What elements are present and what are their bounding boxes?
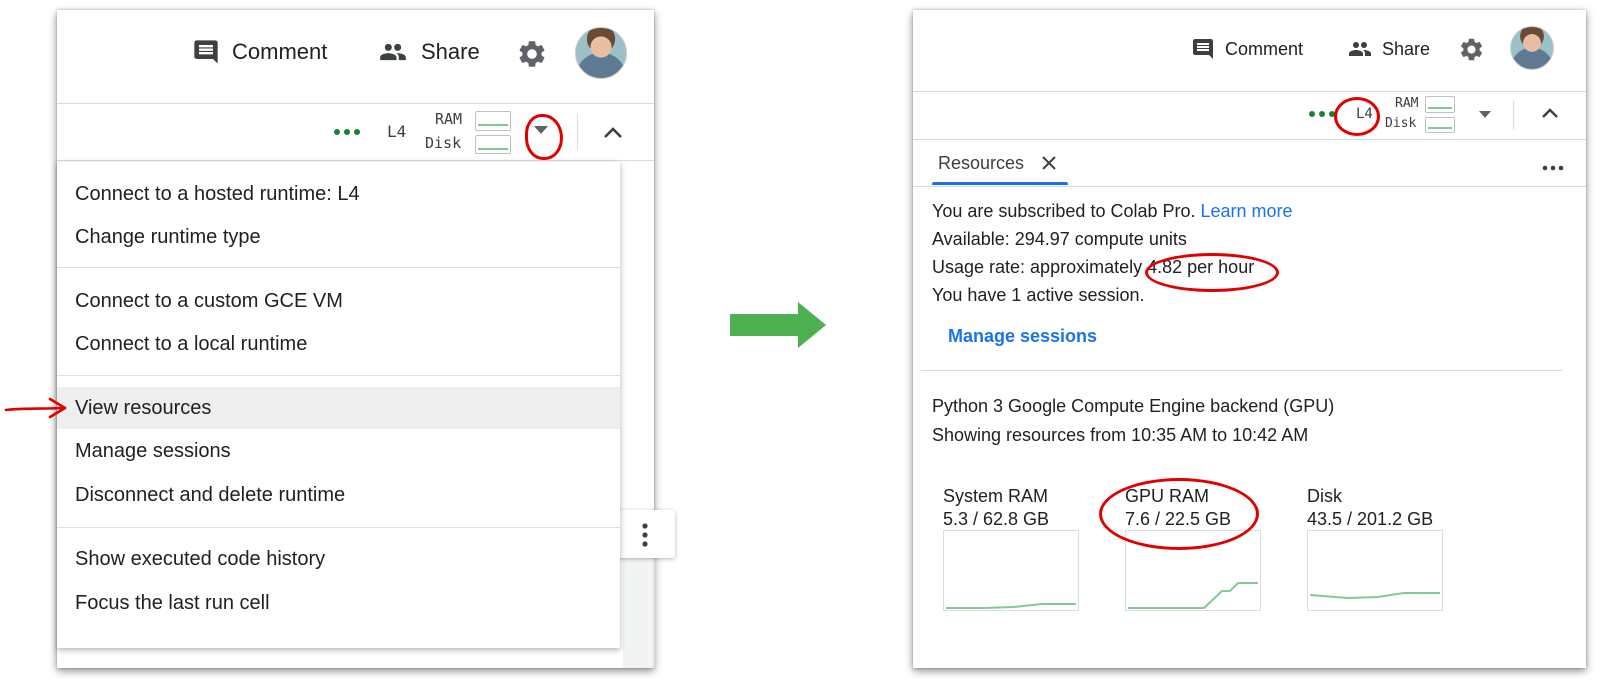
people-icon	[380, 43, 406, 61]
menu-item-manage-sessions[interactable]: Manage sessions	[57, 431, 620, 471]
time-range: Showing resources from 10:35 AM to 10:42…	[932, 425, 1309, 445]
top-toolbar: Comment Share	[913, 10, 1586, 92]
comment-icon	[194, 40, 218, 64]
subscription-text: You are subscribed to Colab Pro.	[932, 201, 1196, 221]
backend-label: Python 3 Google Compute Engine backend (…	[932, 396, 1335, 416]
tab-resources[interactable]: Resources	[938, 153, 1024, 174]
menu-item-change-runtime[interactable]: Change runtime type	[57, 217, 620, 257]
avatar[interactable]	[1510, 26, 1554, 70]
people-icon	[1349, 42, 1371, 56]
divider	[1513, 100, 1514, 130]
tab-active-indicator	[932, 182, 1068, 185]
share-button[interactable]: Share	[1346, 37, 1430, 61]
graph-gpu-ram-line	[1128, 582, 1258, 609]
share-label: Share	[421, 39, 480, 64]
gauge-disk-value: 43.5 / 201.2 GB	[1307, 509, 1434, 529]
gauge-system-ram-name: System RAM	[943, 486, 1049, 506]
ram-label: RAM	[1395, 96, 1419, 111]
resource-bar: L4 RAM Disk	[913, 92, 1586, 140]
usage-prefix: Usage rate: approximately	[932, 257, 1143, 277]
learn-more-link[interactable]: Learn more	[1201, 201, 1293, 221]
active-sessions: You have 1 active session.	[932, 285, 1145, 305]
comment-button[interactable]: Comment	[1191, 37, 1303, 61]
disk-sparkline[interactable]	[1425, 117, 1455, 133]
disk-label: Disk	[425, 134, 462, 152]
share-button[interactable]: Share	[377, 38, 480, 66]
ram-label: RAM	[435, 110, 463, 128]
chevron-up-icon[interactable]	[1539, 104, 1561, 122]
arrow-right-icon	[730, 302, 826, 348]
gauge-system-ram-value: 5.3 / 62.8 GB	[943, 509, 1050, 529]
gear-icon[interactable]	[516, 38, 548, 70]
menu-item-focus-last-cell[interactable]: Focus the last run cell	[57, 583, 620, 623]
dropdown-arrow-icon[interactable]	[531, 122, 551, 138]
annotation-arrow-icon	[4, 397, 67, 419]
comment-label: Comment	[1225, 38, 1304, 59]
comment-icon	[1193, 39, 1213, 59]
tab-resources-label: Resources	[938, 153, 1025, 173]
menu-separator	[57, 527, 620, 528]
menu-item-connect-hosted[interactable]: Connect to a hosted runtime: L4	[57, 174, 620, 214]
disk-label: Disk	[1385, 116, 1417, 131]
graph-system-ram-line	[946, 603, 1076, 609]
menu-item-disconnect[interactable]: Disconnect and delete runtime	[57, 475, 620, 515]
available-units: Available: 294.97 compute units	[932, 229, 1187, 249]
comment-button[interactable]: Comment	[192, 38, 327, 66]
menu-item-code-history[interactable]: Show executed code history	[57, 539, 620, 579]
left-panel: Comment Share L4 RAM Disk Connect to a h…	[57, 10, 675, 668]
avatar[interactable]	[575, 27, 627, 79]
subscription-line: You are subscribed to Colab Pro. Learn m…	[932, 201, 1293, 222]
more-horiz-icon[interactable]	[1541, 164, 1565, 172]
graph-disk-line	[1309, 592, 1440, 600]
chevron-up-icon[interactable]	[601, 122, 625, 142]
right-panel: Comment Share L4 RAM Disk Resources You …	[913, 10, 1586, 668]
comment-label: Comment	[232, 39, 328, 64]
menu-item-local-runtime[interactable]: Connect to a local runtime	[57, 324, 620, 364]
menu-separator	[57, 375, 620, 376]
graph-gpu-ram[interactable]	[1125, 530, 1261, 611]
resource-bar: L4 RAM Disk	[57, 104, 654, 161]
usage-value: 4.82 per hour	[1147, 257, 1255, 277]
gauge-gpu-ram-name: GPU RAM	[1125, 486, 1210, 506]
section-divider	[921, 370, 1562, 371]
gear-icon[interactable]	[1458, 36, 1485, 63]
dropdown-arrow-icon[interactable]	[1477, 108, 1493, 120]
status-dots-icon	[334, 129, 360, 135]
menu-item-custom-gce[interactable]: Connect to a custom GCE VM	[57, 281, 620, 321]
status-dots-icon	[1309, 111, 1335, 117]
graph-disk[interactable]	[1307, 530, 1443, 611]
disk-sparkline[interactable]	[475, 135, 511, 154]
accelerator-label: L4	[1356, 106, 1373, 122]
background-cell-area	[623, 558, 655, 668]
gauge-gpu-ram-value: 7.6 / 22.5 GB	[1125, 509, 1232, 529]
runtime-menu: Connect to a hosted runtime: L4 Change r…	[57, 162, 620, 648]
ram-sparkline[interactable]	[1425, 96, 1455, 113]
manage-sessions-button[interactable]: Manage sessions	[948, 326, 1097, 347]
divider	[577, 114, 578, 150]
graph-system-ram[interactable]	[943, 530, 1079, 611]
more-vert-icon[interactable]	[637, 522, 653, 548]
menu-separator	[57, 267, 620, 268]
usage-rate-line: Usage rate: approximately 4.82 per hour	[932, 257, 1254, 278]
top-toolbar: Comment Share	[57, 10, 654, 104]
ram-sparkline[interactable]	[475, 111, 511, 131]
gauge-disk-name: Disk	[1307, 486, 1342, 506]
menu-item-view-resources[interactable]: View resources	[57, 387, 620, 429]
share-label: Share	[1382, 38, 1431, 59]
tab-divider	[913, 186, 1586, 187]
close-icon[interactable]	[1040, 154, 1058, 172]
accelerator-label: L4	[387, 122, 407, 141]
